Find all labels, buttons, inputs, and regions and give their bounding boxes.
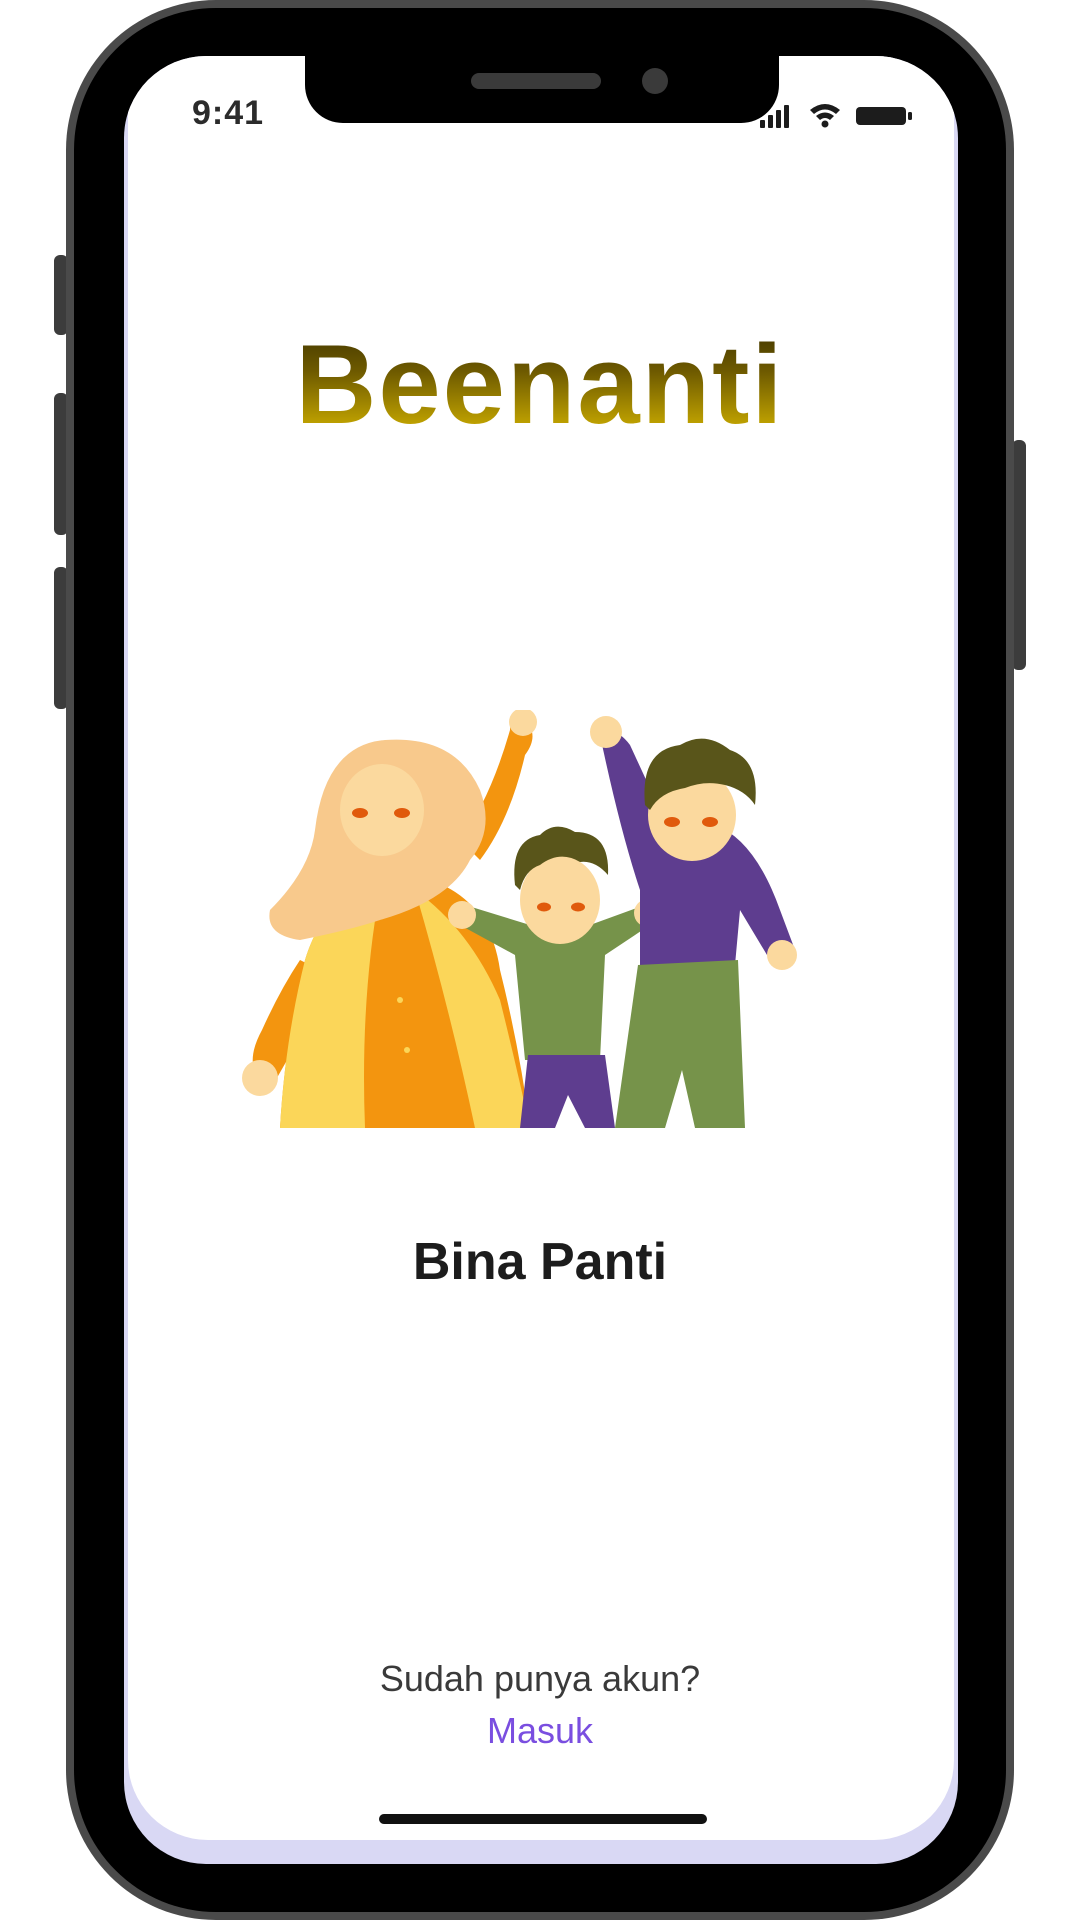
app-title: Beenanti	[0, 320, 1080, 449]
notch	[305, 56, 779, 123]
app-stage: 9:41 Beenanti Bina Panti Sudah punya aku…	[0, 0, 1080, 1920]
role-label: Bina Panti	[412, 1233, 668, 1291]
cellular-signal-icon	[760, 105, 789, 128]
status-time: 9:41	[192, 94, 265, 132]
home-indicator[interactable]	[379, 1814, 707, 1824]
family-illustration	[242, 710, 797, 1128]
status-icons	[760, 104, 912, 128]
front-camera	[642, 68, 668, 94]
battery-icon	[856, 107, 912, 125]
speaker-grille	[471, 73, 601, 89]
power-button	[1012, 440, 1026, 670]
account-prompt: Sudah punya akun?	[379, 1658, 701, 1699]
login-link[interactable]: Masuk	[0, 1710, 1080, 1752]
wifi-icon	[810, 104, 840, 128]
